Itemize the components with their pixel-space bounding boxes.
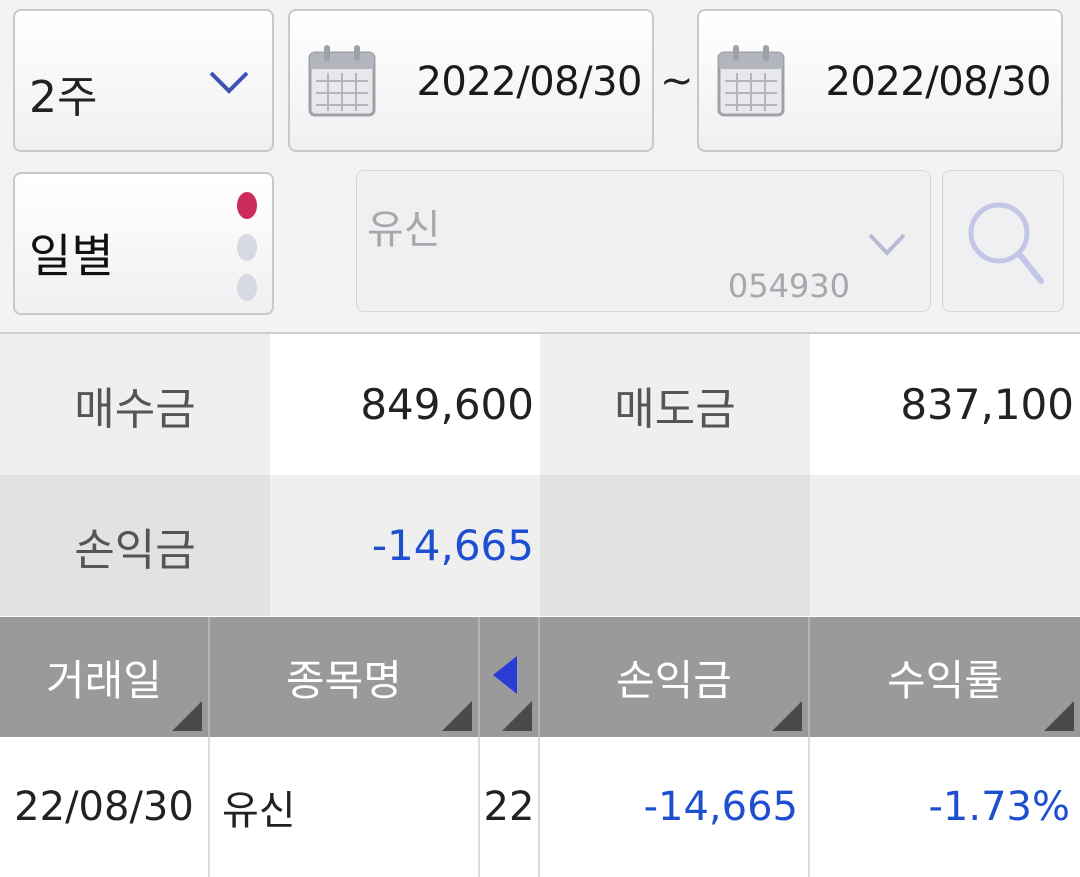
resize-corner-icon xyxy=(442,701,472,731)
cell-date: 22/08/30 xyxy=(0,737,210,877)
chevron-down-icon xyxy=(209,71,249,94)
cell-stock-name: 유신 xyxy=(210,737,480,877)
resize-corner-icon xyxy=(1044,701,1074,731)
buy-amount-label: 매수금 xyxy=(0,334,270,475)
summary-panel: 매수금 849,600 매도금 837,100 손익금 -14,665 xyxy=(0,332,1080,617)
stock-code: 054930 xyxy=(727,267,850,305)
search-icon xyxy=(968,202,1044,284)
calendar-icon xyxy=(717,45,785,117)
unit-select[interactable]: 일별 xyxy=(13,172,274,315)
column-header-label: 손익금 xyxy=(616,655,732,705)
sell-amount-value: 837,100 xyxy=(810,334,1080,475)
column-header-rate[interactable]: 수익률 xyxy=(810,617,1080,737)
empty-cell xyxy=(540,475,810,616)
buy-amount-value: 849,600 xyxy=(270,334,540,475)
sell-amount-label: 매도금 xyxy=(540,334,810,475)
column-header-name[interactable]: 종목명 xyxy=(210,617,480,737)
period-select[interactable]: 2주 xyxy=(13,9,274,152)
start-date-value: 2022/08/30 xyxy=(416,59,642,105)
stock-select[interactable]: 유신 054930 xyxy=(356,170,931,312)
unit-indicator-dot xyxy=(237,234,257,261)
column-toggle-button[interactable] xyxy=(480,617,540,737)
filter-panel: 2주 2022/08/30 ~ 2022/08/30 일별 유신 054930 xyxy=(0,0,1080,332)
chevron-down-icon xyxy=(868,233,906,256)
empty-cell xyxy=(810,475,1080,616)
column-header-date[interactable]: 거래일 xyxy=(0,617,210,737)
end-date-value: 2022/08/30 xyxy=(825,59,1051,105)
unit-indicator-dot-active xyxy=(237,192,257,219)
resize-corner-icon xyxy=(772,701,802,731)
column-header-pl[interactable]: 손익금 xyxy=(540,617,810,737)
unit-label: 일별 xyxy=(29,229,114,283)
table-row[interactable]: 22/08/30 유신 22 -14,665 -1.73% xyxy=(0,737,1080,877)
cell-rate: -1.73% xyxy=(928,784,1070,830)
start-date-picker[interactable]: 2022/08/30 xyxy=(288,9,654,152)
triangle-left-icon xyxy=(493,656,517,694)
column-header-label: 거래일 xyxy=(46,655,162,705)
cell-quantity: 22 xyxy=(480,737,540,877)
stock-name: 유신 xyxy=(367,207,441,253)
pl-amount-label: 손익금 xyxy=(0,475,270,616)
period-label: 2주 xyxy=(29,72,98,123)
search-button[interactable] xyxy=(942,170,1064,312)
end-date-picker[interactable]: 2022/08/30 xyxy=(697,9,1063,152)
date-separator: ~ xyxy=(660,58,694,104)
unit-indicator-dot xyxy=(237,274,257,301)
resize-corner-icon xyxy=(502,701,532,731)
pl-amount-value: -14,665 xyxy=(270,475,540,616)
column-header-label: 수익률 xyxy=(887,655,1003,705)
cell-pl: -14,665 xyxy=(540,737,810,877)
calendar-icon xyxy=(308,45,376,117)
resize-corner-icon xyxy=(172,701,202,731)
table-header: 거래일 종목명 손익금 수익률 xyxy=(0,617,1080,737)
column-header-label: 종목명 xyxy=(286,655,402,705)
